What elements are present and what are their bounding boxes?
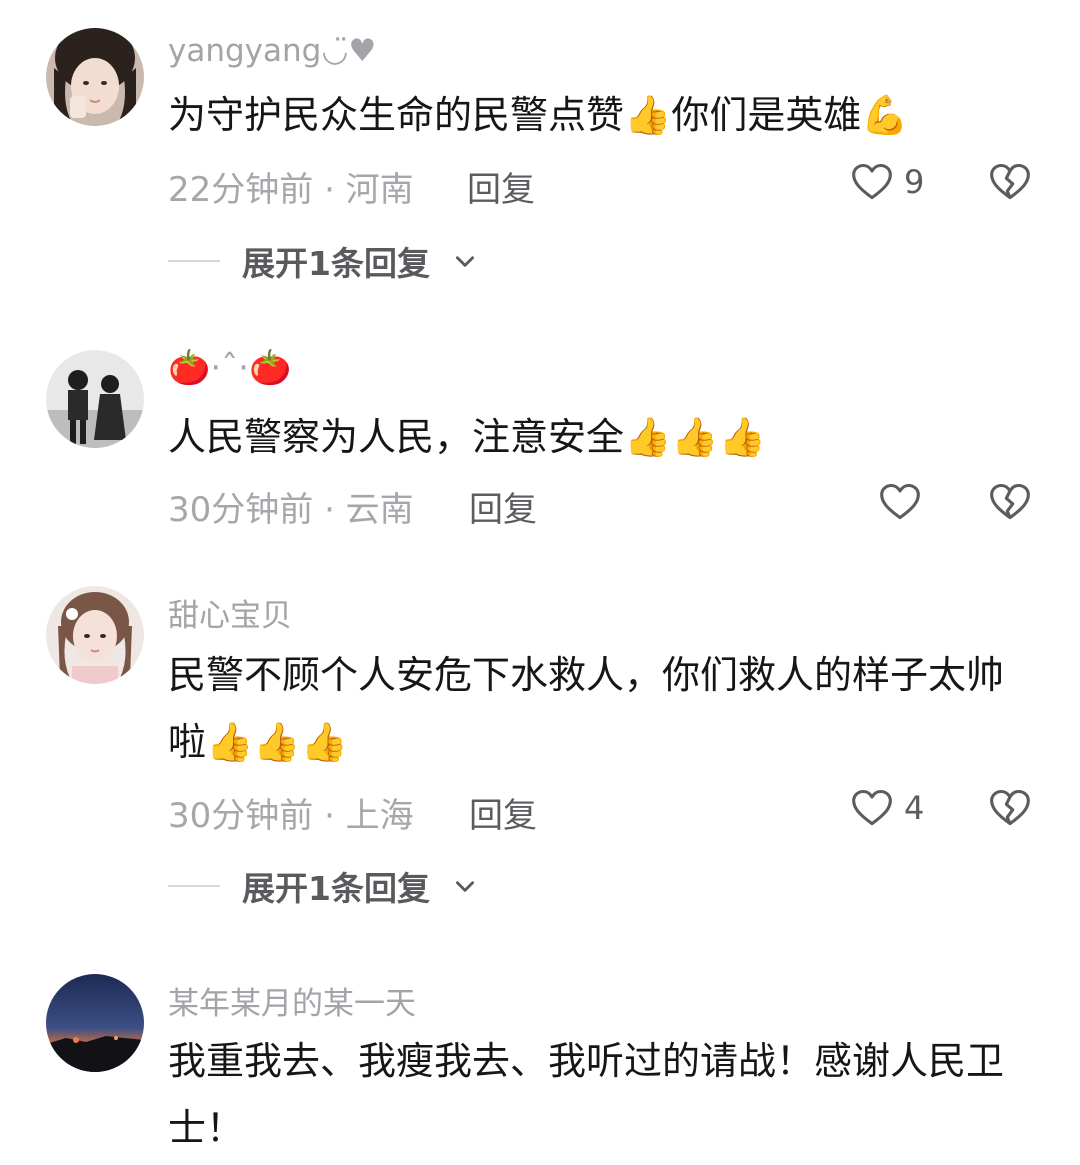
avatar[interactable] <box>46 974 144 1072</box>
comment-item: 某年某月的某一天 我重我去、我瘦我去、我听过的请战！感谢人民卫士！ <box>0 960 1080 1165</box>
heart-outline-icon <box>850 160 894 204</box>
comment-text: 我重我去、我瘦我去、我听过的请战！感谢人民卫士！ <box>168 1039 1005 1150</box>
time-location: 22分钟前 · 河南 <box>168 170 414 210</box>
like-button[interactable]: 4 <box>850 786 924 830</box>
reply-button[interactable]: 回复 <box>467 162 535 211</box>
username[interactable]: 🍅·ˆ·🍅 <box>168 348 291 388</box>
chevron-down-icon <box>452 873 478 899</box>
dislike-button[interactable] <box>988 786 1032 834</box>
expand-replies-label: 展开1条回复 <box>242 244 430 283</box>
broken-heart-icon <box>988 160 1032 204</box>
heart-outline-icon <box>878 480 922 524</box>
time-location: 30分钟前 · 上海 <box>168 796 414 836</box>
avatar[interactable] <box>46 28 144 126</box>
broken-heart-icon <box>988 480 1032 524</box>
avatar[interactable] <box>46 350 144 448</box>
comment-text: 民警不顾个人安危下水救人，你们救人的样子太帅啦👍👍👍 <box>168 653 1005 764</box>
username[interactable]: 某年某月的某一天 <box>168 978 416 1023</box>
broken-heart-icon <box>988 786 1032 830</box>
like-count: 4 <box>904 789 925 827</box>
username[interactable]: 甜心宝贝 <box>168 590 292 635</box>
divider-line <box>168 885 220 887</box>
comment-text: 人民警察为人民，注意安全👍👍👍 <box>168 415 766 459</box>
dislike-button[interactable] <box>988 480 1032 528</box>
heart-outline-icon <box>850 786 894 830</box>
like-count: 9 <box>904 163 925 201</box>
reply-button[interactable]: 回复 <box>469 482 537 531</box>
comment-item: 🍅·ˆ·🍅 人民警察为人民，注意安全👍👍👍 30分钟前 · 云南 回复 <box>0 330 1080 560</box>
like-button[interactable] <box>878 480 932 524</box>
divider-line <box>168 260 220 262</box>
dislike-button[interactable] <box>988 160 1032 208</box>
like-button[interactable]: 9 <box>850 160 924 204</box>
reply-button[interactable]: 回复 <box>469 788 537 837</box>
avatar[interactable] <box>46 586 144 684</box>
comment-item: yangyang◡̈♥ 为守护民众生命的民警点赞👍你们是英雄💪 22分钟前 · … <box>0 0 1080 300</box>
comment-item: 甜心宝贝 民警不顾个人安危下水救人，你们救人的样子太帅啦👍👍👍 30分钟前 · … <box>0 570 1080 930</box>
username[interactable]: yangyang◡̈♥ <box>168 33 376 69</box>
chevron-down-icon <box>452 248 478 274</box>
expand-replies-label: 展开1条回复 <box>242 869 430 908</box>
expand-replies-button[interactable]: 展开1条回复 <box>168 862 478 910</box>
time-location: 30分钟前 · 云南 <box>168 490 414 530</box>
comment-text: 为守护民众生命的民警点赞👍你们是英雄💪 <box>168 93 909 137</box>
expand-replies-button[interactable]: 展开1条回复 <box>168 237 478 285</box>
